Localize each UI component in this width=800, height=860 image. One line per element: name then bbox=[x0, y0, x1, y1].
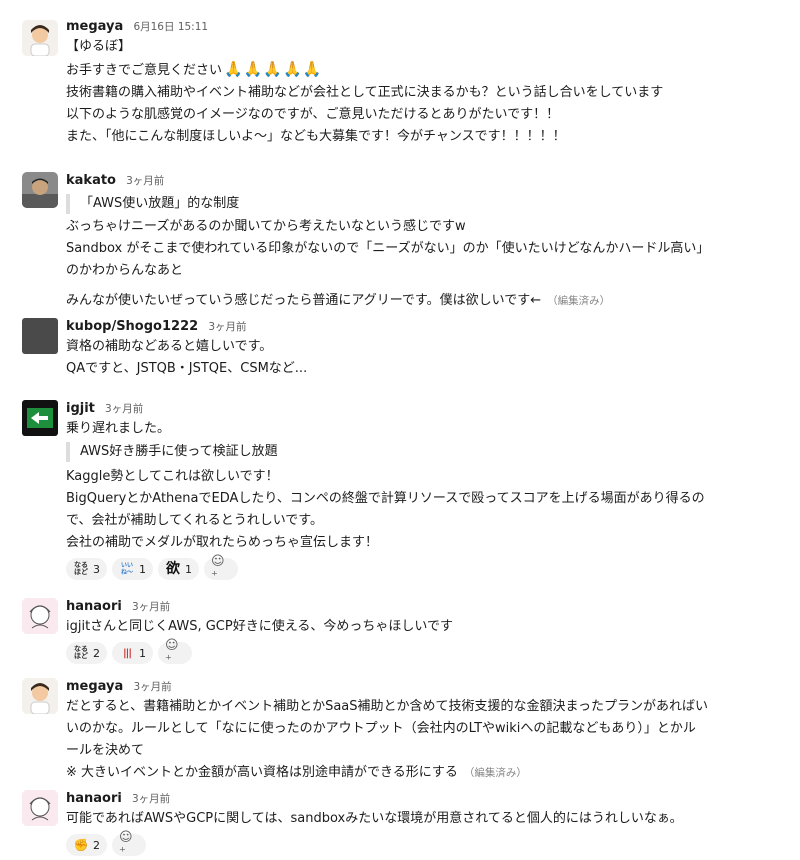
message-line: 可能であればAWSやGCPに関しては、sandboxみたいな環境が用意されてると… bbox=[66, 811, 683, 826]
avatar[interactable] bbox=[22, 172, 58, 208]
add-emoji-icon: ☺⁺ bbox=[165, 638, 179, 668]
fist-icon: ✊ bbox=[73, 837, 89, 852]
message-line: 技術書籍の購入補助やイベント補助などが会社として正式に決まるかも？という話し合い… bbox=[66, 85, 664, 100]
message-line: また、「他にこんな制度ほしいよ〜」なども大募集です！今がチャンスです！！！！！ bbox=[66, 129, 566, 144]
message-header: hanaori 3ヶ月前 bbox=[66, 790, 740, 808]
message-line: 資格の補助などあると嬉しいです。 bbox=[66, 339, 273, 354]
stripe-icon: ||| bbox=[123, 647, 132, 659]
message-line: igjitさんと同じくAWS, GCP好きに使える、今めっちゃほしいです bbox=[66, 619, 453, 634]
nanhodo-icon: なる ほど bbox=[74, 645, 88, 660]
message-line: だとすると、書籍補助とかイベント補助とかSaaS補助とか含めて技術支援的な金額決… bbox=[66, 699, 709, 714]
reaction-iine[interactable]: いい ね〜 1 bbox=[112, 558, 153, 580]
reactions-bar: ✊ 2 ☺⁺ bbox=[66, 830, 740, 860]
iine-icon: いい ね〜 bbox=[120, 562, 133, 576]
message-header: kakato 3ヶ月前 bbox=[66, 172, 740, 190]
message-header: hanaori 3ヶ月前 bbox=[66, 598, 740, 616]
reaction-yoku[interactable]: 欲 1 bbox=[158, 558, 199, 580]
quote-block: 「AWS使い放題」的な制度 bbox=[66, 194, 740, 214]
reaction-count: 1 bbox=[139, 562, 146, 576]
add-reaction-button[interactable]: ☺⁺ bbox=[204, 554, 238, 584]
reaction-count: 1 bbox=[139, 646, 146, 660]
message-line: Kaggle勢としてこれは欲しいです！ bbox=[66, 469, 279, 484]
message-line: ぶっちゃけニーズがあるのか聞いてから考えたいなという感じですw bbox=[66, 219, 466, 234]
edited-label: （編集済み） bbox=[463, 767, 527, 779]
timestamp[interactable]: 3ヶ月前 bbox=[132, 601, 170, 613]
reaction-nanhodo[interactable]: なる ほど 3 bbox=[66, 558, 107, 580]
message-line: 【ゆるぼ】 bbox=[66, 39, 132, 54]
avatar[interactable] bbox=[22, 400, 58, 436]
username[interactable]: megaya bbox=[66, 679, 123, 694]
message-line: 会社の補助でメダルが取れたらめっちゃ宣伝します！ bbox=[66, 535, 379, 550]
add-emoji-icon: ☺⁺ bbox=[211, 554, 225, 584]
message-header: megaya 6月16日 15:11 bbox=[66, 18, 740, 36]
edited-label: （編集済み） bbox=[547, 295, 611, 307]
username[interactable]: hanaori bbox=[66, 791, 122, 806]
message-line: みんなが使いたいぜっていう感じだったら普通にアグリーです。僕は欲しいです← （編集… bbox=[66, 290, 740, 312]
timestamp[interactable]: 3ヶ月前 bbox=[126, 175, 164, 187]
yoku-icon: 欲 bbox=[166, 560, 180, 577]
add-reaction-button[interactable]: ☺⁺ bbox=[158, 638, 192, 668]
message-line: 以下のような肌感覚のイメージなのですが、ご意見いただけるとありがたいです！！ bbox=[66, 107, 560, 122]
username[interactable]: hanaori bbox=[66, 599, 122, 614]
reaction-count: 2 bbox=[93, 646, 100, 660]
message-header: kubop/Shogo1222 3ヶ月前 bbox=[66, 318, 740, 336]
avatar[interactable] bbox=[22, 678, 58, 714]
avatar[interactable] bbox=[22, 598, 58, 634]
avatar[interactable] bbox=[22, 790, 58, 826]
message-text: ※ 大きいイベントとか金額が高い資格は別途申請ができる形にする bbox=[66, 765, 458, 780]
message-line: 乗り遅れました。 bbox=[66, 421, 171, 436]
reaction-count: 1 bbox=[185, 562, 192, 576]
message-line: Sandbox がそこまで使われている印象がないので「ニーズがない」のか「使いた… bbox=[66, 241, 710, 256]
add-reaction-button[interactable]: ☺⁺ bbox=[112, 830, 146, 860]
reaction-count: 3 bbox=[93, 562, 100, 576]
avatar[interactable] bbox=[22, 20, 58, 56]
add-emoji-icon: ☺⁺ bbox=[119, 830, 133, 860]
reaction-count: 2 bbox=[93, 838, 100, 852]
timestamp[interactable]: 3ヶ月前 bbox=[133, 681, 171, 693]
avatar[interactable] bbox=[22, 318, 58, 354]
message-text: みんなが使いたいぜっていう感じだったら普通にアグリーです。僕は欲しいです← bbox=[66, 293, 542, 308]
message-line: お手すきでご意見ください 🙏🙏🙏🙏🙏 bbox=[66, 58, 740, 82]
message-line: BigQueryとかAthenaでEDAしたり、コンペの終盤で計算リソースで殴っ… bbox=[66, 491, 705, 506]
timestamp[interactable]: 3ヶ月前 bbox=[105, 403, 143, 415]
timestamp[interactable]: 3ヶ月前 bbox=[132, 793, 170, 805]
username[interactable]: kubop/Shogo1222 bbox=[66, 319, 198, 334]
reaction-nanhodo[interactable]: なる ほど 2 bbox=[66, 642, 107, 664]
username[interactable]: megaya bbox=[66, 19, 123, 34]
quote-block: AWS好き勝手に使って検証し放題 bbox=[66, 442, 740, 462]
username[interactable]: kakato bbox=[66, 173, 116, 188]
timestamp[interactable]: 3ヶ月前 bbox=[208, 321, 246, 333]
message-header: igjit 3ヶ月前 bbox=[66, 400, 740, 418]
message-line: ※ 大きいイベントとか金額が高い資格は別途申請ができる形にする （編集済み） bbox=[66, 762, 740, 784]
message-line: QAですと、JSTQB・JSTQE、CSMなど... bbox=[66, 361, 308, 376]
reactions-bar: なる ほど 3 いい ね〜 1 欲 1 ☺⁺ bbox=[66, 554, 740, 584]
nanhodo-icon: なる ほど bbox=[74, 561, 88, 576]
message-line: いのかな。ルールとして「なにに使ったのかアウトプット（会社内のLTやwikiへの… bbox=[66, 721, 696, 736]
message-line: ールを決めて bbox=[66, 743, 145, 758]
timestamp[interactable]: 6月16日 15:11 bbox=[133, 21, 208, 33]
reaction-fist[interactable]: ✊ 2 bbox=[66, 834, 107, 856]
message-line: で、会社が補助してくれるとうれしいです。 bbox=[66, 513, 324, 528]
pray-emoji-icon: 🙏🙏🙏🙏🙏 bbox=[224, 60, 323, 78]
message-line: のかわからんなあと bbox=[66, 263, 184, 278]
reaction-stripe[interactable]: ||| 1 bbox=[112, 642, 153, 664]
reactions-bar: なる ほど 2 ||| 1 ☺⁺ bbox=[66, 638, 740, 668]
username[interactable]: igjit bbox=[66, 401, 95, 416]
message-text: お手すきでご意見ください bbox=[66, 63, 223, 78]
message-header: megaya 3ヶ月前 bbox=[66, 678, 740, 696]
